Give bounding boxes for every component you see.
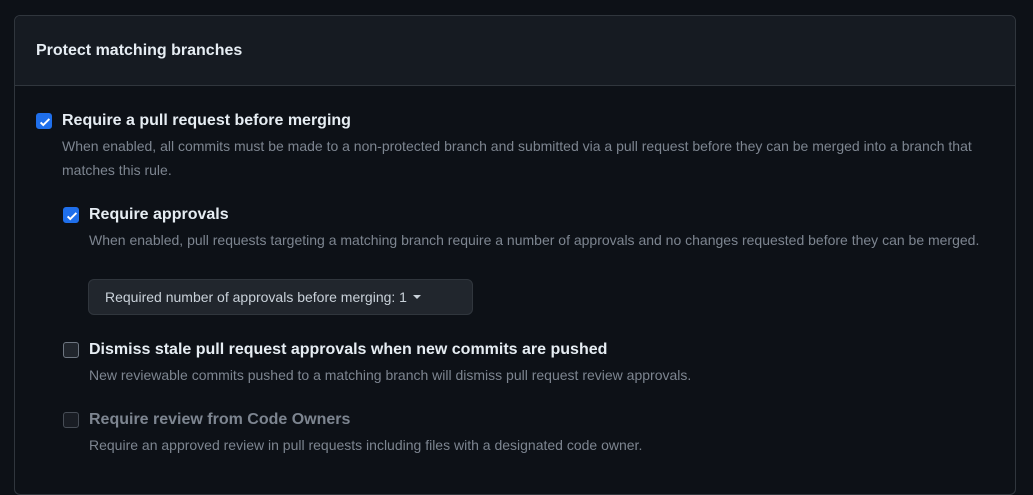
dropdown-label: Required number of approvals before merg…	[105, 289, 407, 305]
option-label[interactable]: Require approvals	[89, 204, 229, 226]
caret-down-icon	[412, 295, 421, 299]
option-description: When enabled, all commits must be made t…	[62, 138, 972, 178]
card-header: Protect matching branches	[15, 16, 1015, 86]
option-label[interactable]: Dismiss stale pull request approvals whe…	[89, 339, 607, 361]
option-description: When enabled, pull requests targeting a …	[89, 232, 980, 248]
option-description: Require an approved review in pull reque…	[89, 437, 643, 453]
require-pr-checkbox[interactable]	[36, 113, 52, 129]
check-icon	[39, 118, 51, 127]
option-label: Require review from Code Owners	[89, 411, 351, 428]
section-title: Protect matching branches	[36, 41, 243, 59]
approvals-count-dropdown[interactable]: Required number of approvals before merg…	[88, 279, 473, 315]
check-icon	[66, 212, 78, 221]
dismiss-stale-checkbox[interactable]	[63, 342, 79, 358]
option-label[interactable]: Require a pull request before merging	[62, 110, 351, 132]
code-owners-checkbox[interactable]	[63, 412, 79, 428]
require-approvals-checkbox[interactable]	[63, 207, 79, 223]
option-description: New reviewable commits pushed to a match…	[89, 367, 692, 383]
